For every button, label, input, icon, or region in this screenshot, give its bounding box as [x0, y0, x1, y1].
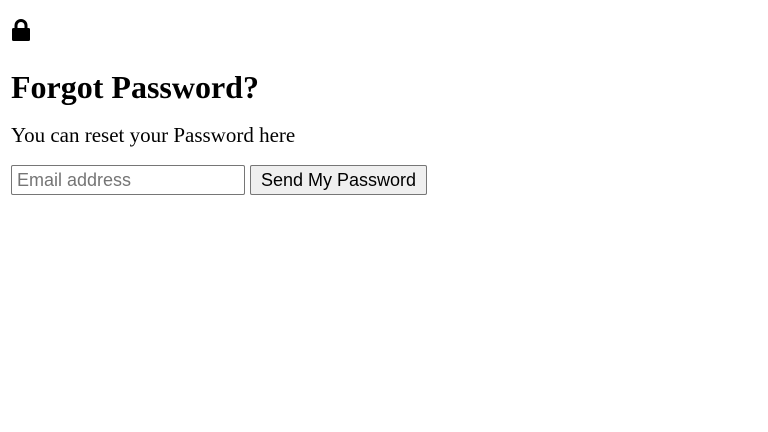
email-input[interactable]	[11, 165, 245, 195]
reset-form: Send My Password	[11, 165, 768, 195]
page-title: Forgot Password?	[11, 69, 259, 105]
page-subtitle: You can reset your Password here	[11, 123, 296, 147]
send-password-button[interactable]: Send My Password	[250, 165, 428, 195]
forgot-password-page: Forgot Password? You can reset your Pass…	[0, 0, 768, 432]
lock-icon	[12, 19, 30, 41]
